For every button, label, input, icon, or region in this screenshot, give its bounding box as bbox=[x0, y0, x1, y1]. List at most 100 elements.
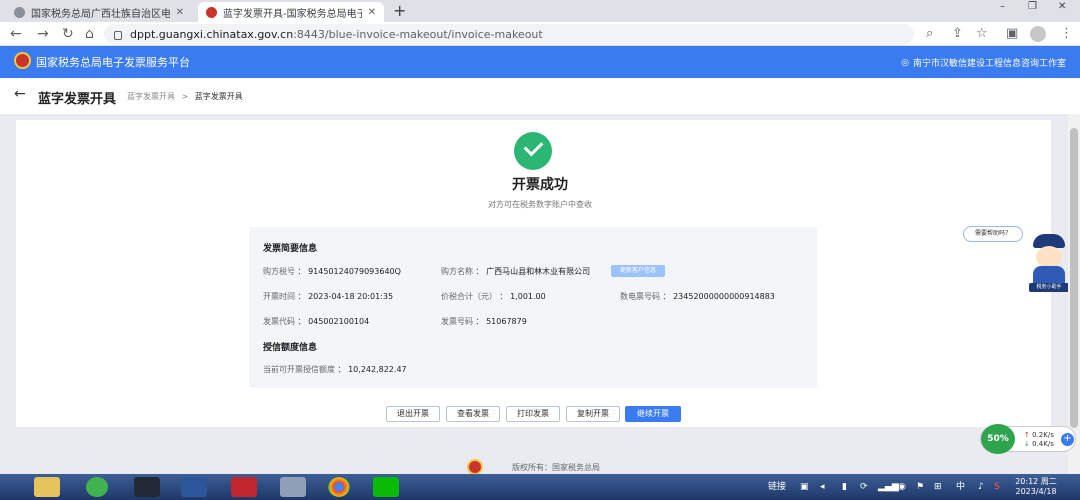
tray-battery-icon[interactable]: ▮ bbox=[842, 481, 847, 493]
reload-icon[interactable]: ↻ bbox=[62, 25, 74, 43]
speed-percent: 50% bbox=[981, 424, 1015, 454]
summary-heading: 发票简要信息 bbox=[263, 244, 318, 254]
buyer-name: 购方名称 ： 广西马山县和林木业有限公司 bbox=[441, 267, 591, 276]
zoom-icon[interactable]: ⌕ bbox=[926, 26, 933, 42]
new-tab-button[interactable]: + bbox=[393, 2, 406, 20]
invoice-number: 发票号码 ： 51067879 bbox=[441, 317, 527, 326]
paint-icon[interactable] bbox=[280, 477, 306, 497]
bookmark-star-icon[interactable]: ☆ bbox=[976, 26, 988, 42]
page-header: ← 蓝字发票开具 蓝字发票开具 > 蓝字发票开具 bbox=[0, 78, 1080, 114]
invoice-code-value: 045002100104 bbox=[308, 317, 370, 326]
buyer-tax-no: 购方税号 ： 91450124079093640Q bbox=[263, 267, 401, 276]
update-customer-button[interactable]: 更新客户信息 bbox=[611, 265, 665, 277]
issue-time-label: 开票时间 bbox=[263, 292, 295, 301]
back-icon[interactable]: ← bbox=[10, 25, 22, 43]
tray-flag-icon[interactable]: ⚑ bbox=[916, 481, 924, 493]
upload-speed: ↑ 0.2K/s bbox=[1024, 431, 1054, 439]
security-icon[interactable]: ◉ bbox=[898, 481, 906, 493]
close-icon[interactable]: ✕ bbox=[368, 7, 376, 18]
credit-limit: 当前可开票授信额度 ： 10,242,822.47 bbox=[263, 365, 407, 374]
media-app-icon[interactable] bbox=[134, 477, 160, 497]
globe-icon bbox=[14, 6, 25, 18]
speed-expand-button[interactable]: + bbox=[1061, 433, 1074, 446]
total-value: 1,001.00 bbox=[510, 292, 546, 301]
browser-tab-strip: 国家税务总局广西壮族自治区电子 ✕ 蓝字发票开具-国家税务总局电子 ✕ + – … bbox=[0, 0, 1080, 22]
copy-invoice-button[interactable]: 复制开票 bbox=[566, 406, 620, 422]
credit-heading: 授信额度信息 bbox=[263, 343, 318, 353]
menu-icon[interactable]: ⋮ bbox=[1060, 26, 1073, 42]
close-window-button[interactable]: ✕ bbox=[1058, 0, 1066, 16]
invoice-number-value: 51067879 bbox=[486, 317, 527, 326]
tab-title: 国家税务总局广西壮族自治区电子 bbox=[31, 8, 170, 20]
result-subtitle: 对方可在税务数字账户中查收 bbox=[488, 200, 592, 209]
download-speed-value: 0.4K/s bbox=[1032, 440, 1054, 448]
breadcrumb-separator: > bbox=[181, 92, 189, 101]
page-title: 蓝字发票开具 bbox=[38, 92, 117, 107]
success-check-icon bbox=[514, 132, 552, 170]
user-info[interactable]: ◎ 南宁市汉敏信建设工程信息咨询工作室 bbox=[901, 56, 1066, 70]
flash-icon[interactable] bbox=[231, 477, 257, 497]
credit-limit-value: 10,242,822.47 bbox=[348, 365, 407, 374]
buyer-name-label: 购方名称 bbox=[441, 267, 473, 276]
volume-icon[interactable]: ♪ bbox=[978, 481, 984, 493]
total-label: 价税合计（元） bbox=[441, 292, 497, 301]
minimize-button[interactable]: – bbox=[1000, 0, 1005, 16]
user-name: 南宁市汉敏信建设工程信息咨询工作室 bbox=[912, 59, 1066, 69]
issue-time-value: 2023-04-18 20:01:35 bbox=[308, 292, 394, 301]
einvoice-number-label: 数电票号码 bbox=[620, 292, 660, 301]
folder-icon[interactable] bbox=[34, 477, 60, 497]
issue-time: 开票时间 ： 2023-04-18 20:01:35 bbox=[263, 292, 394, 301]
restore-button[interactable]: ❐ bbox=[1028, 0, 1037, 16]
breadcrumb-item[interactable]: 蓝字发票开具 bbox=[127, 92, 175, 101]
network-icon[interactable]: ⊞ bbox=[934, 481, 942, 493]
address-bar[interactable]: dppt.guangxi.chinatax.gov.cn:8443/blue-i… bbox=[104, 24, 914, 44]
chrome-icon[interactable] bbox=[328, 477, 350, 497]
clock-time: 20:12 周二 bbox=[1015, 477, 1057, 486]
browser-tab[interactable]: 国家税务总局广西壮族自治区电子 ✕ bbox=[6, 2, 192, 22]
back-arrow-icon[interactable]: ← bbox=[14, 86, 26, 102]
url-path: :8443/blue-invoice-makeout/invoice-makeo… bbox=[293, 27, 543, 41]
total-amount: 价税合计（元） ： 1,001.00 bbox=[441, 292, 546, 301]
scrollbar-thumb[interactable] bbox=[1070, 128, 1078, 428]
buyer-tax-no-label: 购方税号 bbox=[263, 267, 295, 276]
browser-tab-active[interactable]: 蓝字发票开具-国家税务总局电子 ✕ bbox=[198, 2, 384, 22]
help-bubble[interactable]: 需要帮助吗？ bbox=[963, 226, 1023, 242]
continue-invoicing-button[interactable]: 继续开票 bbox=[625, 406, 681, 422]
share-icon[interactable]: ⇪ bbox=[952, 26, 963, 42]
tax-assistant-mascot[interactable]: 税务小助手 bbox=[1027, 234, 1071, 292]
site-header: 国家税务总局电子发票服务平台 ◎ 南宁市汉敏信建设工程信息咨询工作室 bbox=[0, 46, 1080, 78]
mascot-label: 税务小助手 bbox=[1029, 283, 1069, 292]
exit-invoicing-button[interactable]: 退出开票 bbox=[386, 406, 440, 422]
mascot-body bbox=[1033, 266, 1065, 284]
user-icon: ◎ bbox=[901, 57, 909, 68]
profile-avatar[interactable] bbox=[1030, 26, 1046, 42]
copyright-text: 版权所有：国家税务总局 bbox=[512, 463, 600, 472]
signal-icon[interactable]: ▂▄▆ bbox=[878, 481, 899, 493]
sidebar-icon[interactable]: ▣ bbox=[1006, 26, 1018, 42]
system-clock[interactable]: 20:12 周二 2023/4/18 bbox=[1007, 477, 1065, 497]
einvoice-number-value: 23452000000000914883 bbox=[673, 292, 775, 301]
home-icon[interactable]: ⌂ bbox=[85, 25, 94, 43]
breadcrumb-current: 蓝字发票开具 bbox=[194, 92, 243, 101]
view-invoice-button[interactable]: 查看发票 bbox=[446, 406, 500, 422]
refresh-app-icon[interactable] bbox=[86, 477, 108, 497]
links-toolbar[interactable]: 链接 bbox=[768, 481, 786, 493]
tray-sync-icon[interactable]: ⟳ bbox=[860, 481, 868, 493]
lock-icon bbox=[114, 30, 122, 40]
sogou-icon[interactable]: S bbox=[994, 481, 1000, 493]
mascot-face bbox=[1036, 246, 1062, 268]
tray-arrow-icon[interactable]: ◂ bbox=[820, 481, 825, 493]
wechat-icon[interactable] bbox=[373, 477, 399, 497]
ime-indicator[interactable]: 中 bbox=[956, 481, 965, 493]
close-icon[interactable]: ✕ bbox=[176, 7, 184, 18]
download-arrow-icon: ↓ bbox=[1024, 440, 1030, 448]
print-invoice-button[interactable]: 打印发票 bbox=[506, 406, 560, 422]
invoice-code: 发票代码 ： 045002100104 bbox=[263, 317, 370, 326]
buyer-name-value: 广西马山县和林木业有限公司 bbox=[486, 267, 591, 276]
tax-emblem-icon bbox=[14, 52, 31, 69]
download-speed: ↓ 0.4K/s bbox=[1024, 440, 1054, 448]
credit-limit-label: 当前可开票授信额度 bbox=[263, 365, 335, 374]
forward-icon[interactable]: → bbox=[37, 25, 49, 43]
tray-app-icon[interactable]: ▣ bbox=[800, 481, 809, 493]
word-icon[interactable] bbox=[181, 477, 207, 497]
